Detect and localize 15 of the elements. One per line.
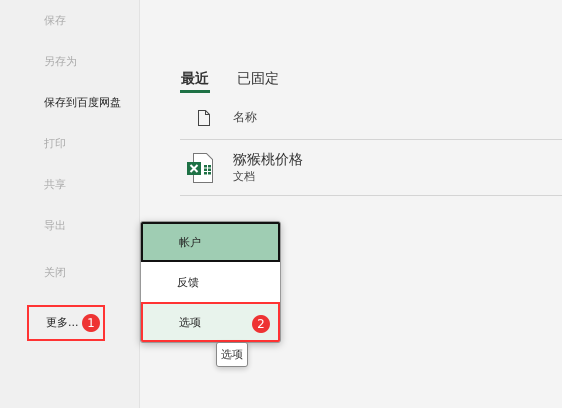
tooltip: 选项	[216, 342, 248, 367]
step-badge: 1	[82, 314, 100, 332]
step-badge: 2	[252, 315, 270, 333]
menu-item[interactable]: 帐户	[141, 222, 280, 262]
spreadsheet-file-icon	[187, 152, 215, 182]
tab[interactable]: 已固定	[236, 70, 280, 93]
sidebar-item[interactable]: 保存到百度网盘	[44, 95, 121, 110]
menu-item[interactable]: 反馈	[141, 262, 280, 302]
tab[interactable]: 最近	[180, 70, 210, 93]
file-name: 猕猴桃价格	[233, 151, 303, 169]
file-row[interactable]: 猕猴桃价格 文档	[180, 140, 562, 196]
menu-item[interactable]: 选项 2	[141, 302, 280, 342]
file-location: 文档	[233, 169, 256, 184]
document-icon	[198, 110, 210, 126]
column-header[interactable]: 名称	[233, 109, 257, 126]
